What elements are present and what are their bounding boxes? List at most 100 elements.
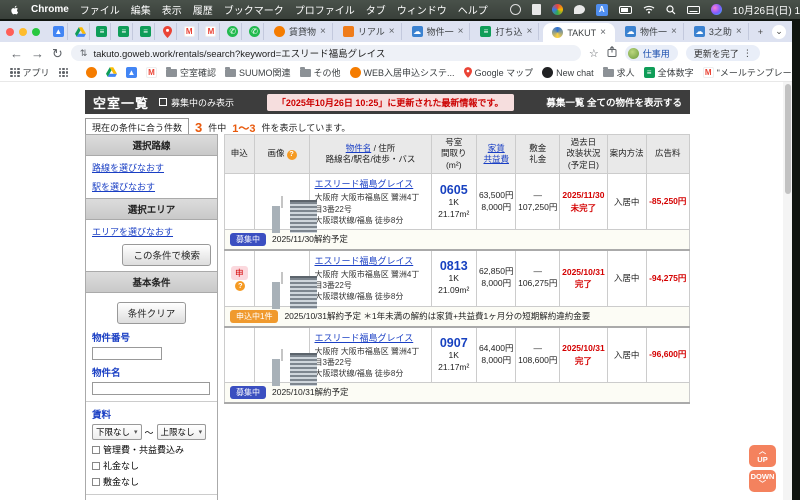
bookmark-folder-suumo[interactable]: SUUMO関連 xyxy=(225,66,291,79)
tab-search-chevron-icon[interactable]: ⌄ xyxy=(772,24,786,39)
minimize-window-button[interactable] xyxy=(19,27,27,36)
pinned-tab-line-2[interactable]: ✆ xyxy=(246,23,264,40)
help-icon[interactable]: ? xyxy=(235,280,246,291)
reselect-area-link[interactable]: エリアを選びなおす xyxy=(92,227,173,237)
fee-included-checkbox[interactable]: 管理費・共益費込み xyxy=(92,443,211,456)
active-only-filter[interactable]: 募集中のみ表示 xyxy=(159,96,234,109)
page-scrollbar[interactable] xyxy=(783,82,792,500)
pinned-tab-sheets-1[interactable]: ≡ xyxy=(94,23,112,40)
close-icon[interactable]: × xyxy=(458,26,464,37)
input-source-icon[interactable]: A xyxy=(595,3,608,16)
share-icon[interactable] xyxy=(607,45,617,60)
menu-file[interactable]: ファイル xyxy=(80,2,120,17)
menu-profiles[interactable]: プロファイル xyxy=(295,2,355,17)
bookmark-mail-template[interactable]: M"メールテンプレート... xyxy=(702,66,792,79)
checkbox-icon[interactable] xyxy=(92,461,100,470)
bookmark-icon-photos[interactable]: ▲ xyxy=(126,67,138,78)
tab-sannosuke[interactable]: ☁ 3之助 × xyxy=(688,23,749,40)
sort-by-name-link[interactable]: 物件名 xyxy=(346,143,372,153)
scrollbar-thumb[interactable] xyxy=(784,84,791,194)
address-bar[interactable]: ⇅ takuto.goweb.work/rentals/search?keywo… xyxy=(70,45,581,61)
tab-bukken-2[interactable]: ☁ 物件一 × xyxy=(619,23,684,40)
menu-help[interactable]: ヘルプ xyxy=(458,2,488,17)
room-number-link[interactable]: 0605 xyxy=(433,183,475,197)
app-status-icon[interactable] xyxy=(509,3,521,16)
bookmark-web-moushikomi[interactable]: WEB入居申込システ... xyxy=(349,66,455,79)
rent-min-select[interactable]: 下限なし ▾ xyxy=(92,424,142,440)
show-all-properties-link[interactable]: 募集一覧 全ての物件を表示する xyxy=(546,95,682,109)
clear-conditions-button[interactable]: 条件クリア xyxy=(116,302,187,324)
fullscreen-window-button[interactable] xyxy=(32,27,40,36)
close-icon[interactable]: × xyxy=(526,26,532,37)
rent-max-select[interactable]: 上限なし ▾ xyxy=(156,424,207,440)
tab-chintai[interactable]: 賃貸物 × xyxy=(268,23,333,40)
profile-chip[interactable]: 仕事用 xyxy=(624,45,678,61)
menu-tabs[interactable]: タブ xyxy=(366,2,386,17)
scroll-up-button[interactable]: ︿ UP xyxy=(749,445,776,467)
reload-icon[interactable]: ↻ xyxy=(52,47,63,60)
property-name-link[interactable]: エスリード福島グレイス xyxy=(314,331,426,344)
sort-by-rent-link[interactable]: 家賃 共益費 xyxy=(483,143,509,164)
close-icon[interactable]: × xyxy=(736,26,742,37)
bookmark-new-chat[interactable]: New chat xyxy=(542,67,594,78)
property-name-link[interactable]: エスリード福島グレイス xyxy=(314,254,426,267)
bookmark-icon-orange[interactable] xyxy=(86,67,98,78)
tab-uchikomi[interactable]: ≡ 打ち込 × xyxy=(474,23,540,40)
menu-view[interactable]: 表示 xyxy=(162,2,182,17)
keyboard-icon[interactable] xyxy=(686,3,700,16)
pinned-tab-sheets-2[interactable]: ≡ xyxy=(115,23,134,40)
close-icon[interactable]: × xyxy=(320,26,326,37)
pinned-tab-sheets-3[interactable]: ≡ xyxy=(137,23,155,40)
tab-bukken-1[interactable]: ☁ 物件一 × xyxy=(406,23,471,40)
photo-cell[interactable] xyxy=(253,249,317,310)
bookmark-folder-kyujin[interactable]: 求人 xyxy=(602,66,635,79)
pinwheel-icon[interactable] xyxy=(551,3,563,16)
siri-icon[interactable] xyxy=(710,3,722,16)
tab-takuto-active[interactable]: TAKUT × xyxy=(543,23,615,42)
property-photo[interactable] xyxy=(271,348,317,386)
reselect-route-link[interactable]: 路線を選びなおす xyxy=(92,161,164,174)
property-name-input[interactable] xyxy=(92,382,210,395)
menu-edit[interactable]: 編集 xyxy=(131,2,151,17)
bookmark-icon-drive[interactable] xyxy=(106,66,118,79)
update-chrome-button[interactable]: 更新を完了 ⋮ xyxy=(685,45,760,61)
bookmark-folder-kushitsu[interactable]: 空室確認 xyxy=(166,66,216,79)
property-photo[interactable] xyxy=(271,272,317,310)
checkbox-icon[interactable] xyxy=(92,477,100,486)
no-key-money-checkbox[interactable]: 礼金なし xyxy=(92,459,211,472)
checkbox-icon[interactable] xyxy=(92,445,100,454)
wifi-icon[interactable] xyxy=(643,3,655,16)
chat-bubble-icon[interactable] xyxy=(573,3,585,16)
bookmark-icon-gmail[interactable]: M xyxy=(146,67,158,78)
close-icon[interactable]: × xyxy=(600,27,606,38)
room-number-link[interactable]: 0813 xyxy=(433,259,475,273)
pinned-tab-photos[interactable]: ▲ xyxy=(50,23,68,40)
back-icon[interactable]: ← xyxy=(10,47,23,60)
menu-bookmarks[interactable]: ブックマーク xyxy=(224,2,284,17)
tab-groups-icon[interactable] xyxy=(58,67,69,78)
menu-clock[interactable]: 10月26日(日) 11:21 xyxy=(733,2,800,17)
tab-real[interactable]: リアル × xyxy=(337,23,402,40)
pinned-tab-gmail-2[interactable]: M xyxy=(203,23,221,40)
photo-cell[interactable] xyxy=(253,173,317,233)
pinned-tab-maps[interactable] xyxy=(159,23,177,40)
menu-history[interactable]: 履歴 xyxy=(193,2,213,17)
battery-icon[interactable] xyxy=(618,3,632,16)
site-settings-icon[interactable]: ⇅ xyxy=(80,48,88,59)
bookmark-folder-other[interactable]: その他 xyxy=(299,66,341,79)
help-icon[interactable]: ? xyxy=(286,149,297,160)
no-deposit-checkbox[interactable]: 敷金なし xyxy=(92,475,211,488)
close-icon[interactable]: × xyxy=(389,26,395,37)
menu-chrome[interactable]: Chrome xyxy=(31,4,69,15)
room-number-link[interactable]: 0907 xyxy=(433,336,475,350)
scroll-down-button[interactable]: DOWN ﹀ xyxy=(749,470,776,492)
more-icon[interactable]: ⋮ xyxy=(743,48,752,59)
property-number-input[interactable] xyxy=(92,347,162,360)
property-name-link[interactable]: エスリード福島グレイス xyxy=(314,177,426,190)
search-with-conditions-button[interactable]: この条件で検索 xyxy=(122,244,211,266)
menu-window[interactable]: ウィンドウ xyxy=(397,2,447,17)
close-window-button[interactable] xyxy=(6,27,14,36)
photo-cell[interactable] xyxy=(253,326,317,386)
pinned-tab-gmail-1[interactable]: M xyxy=(181,23,199,40)
apps-shortcut[interactable]: アプリ xyxy=(10,66,50,79)
